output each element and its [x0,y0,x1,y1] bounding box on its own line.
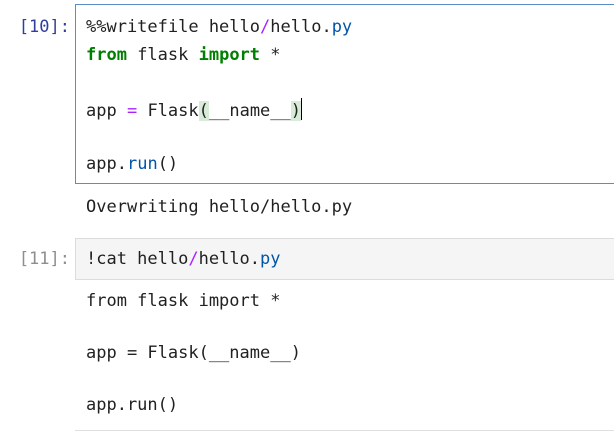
code-line: !cat hello/hello.py [86,249,281,269]
cell-prompt: [11]: [18,249,70,269]
text-cursor [301,98,303,120]
cell-output-line: app.run() [86,395,179,415]
code-line: app.run() [86,154,179,174]
code-line: %%writefile hello/hello.py [86,17,353,37]
code-line: from flask import * [86,45,281,65]
code-line: app = Flask(__name__) [86,98,303,123]
cell-divider [75,430,614,431]
code-cell-input[interactable]: !cat hello/hello.py [75,238,614,280]
cell-output-line: from flask import * [86,291,281,311]
code-cell-input[interactable]: %%writefile hello/hello.py from flask im… [75,4,614,184]
cell-prompt: [10]: [18,17,70,37]
cell-output-line: app = Flask(__name__) [86,343,301,363]
cell-output: Overwriting hello/hello.py [86,197,353,217]
